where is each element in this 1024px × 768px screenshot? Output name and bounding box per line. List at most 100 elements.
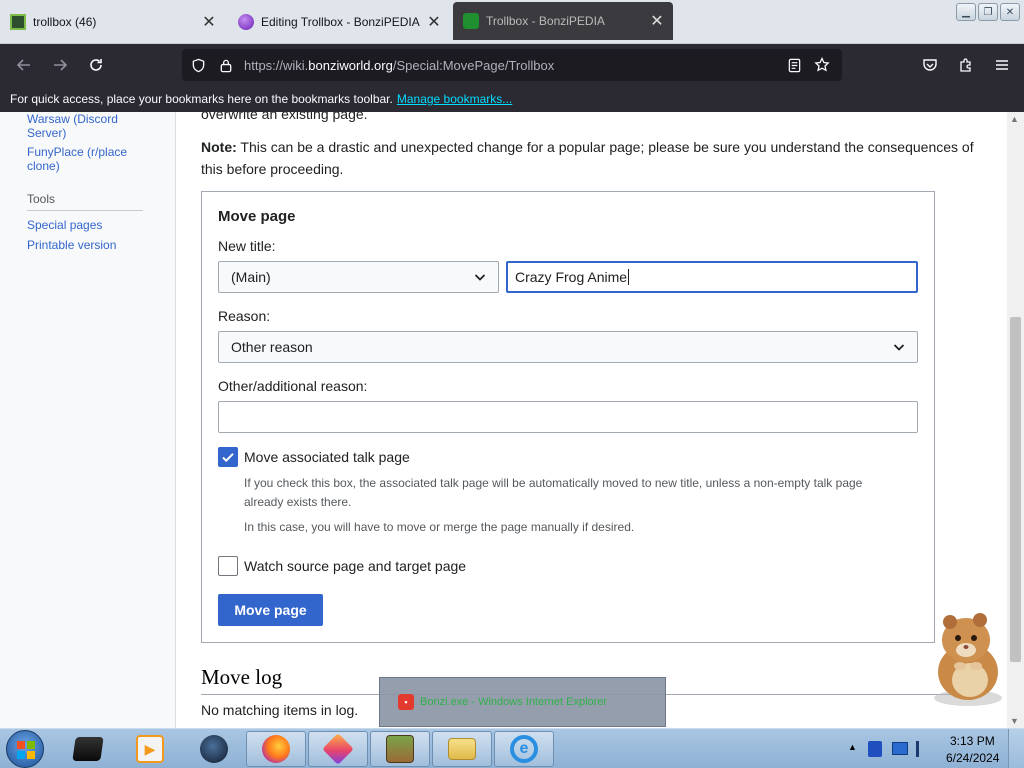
taskbar-globe[interactable] <box>184 731 244 767</box>
chevron-down-icon <box>893 344 905 351</box>
namespace-value: (Main) <box>231 269 271 285</box>
watch-pages-checkbox[interactable] <box>218 556 238 576</box>
url-host: bonziworld.org <box>308 57 393 73</box>
terminal-icon <box>72 737 104 761</box>
purple-orb-favicon-icon <box>238 14 254 30</box>
move-talk-page-checkbox[interactable] <box>218 447 238 467</box>
sidebar-link-special-pages[interactable]: Special pages <box>27 218 157 232</box>
taskbar-internet-explorer[interactable]: e <box>494 731 554 767</box>
bonzibox-icon <box>386 735 414 763</box>
lock-icon[interactable] <box>212 51 240 79</box>
other-reason-label: Other/additional reason: <box>218 378 368 394</box>
namespace-dropdown[interactable]: (Main) <box>218 261 499 293</box>
taskbar-terminal[interactable] <box>58 731 118 767</box>
menu-button[interactable] <box>986 49 1018 81</box>
move-page-button[interactable]: Move page <box>218 594 323 626</box>
trollbox-favicon-icon <box>10 14 26 30</box>
sidebar-link-warsaw[interactable]: Warsaw (Discord Server) <box>27 112 157 140</box>
restore-button[interactable]: ❐ <box>978 3 998 21</box>
start-button[interactable] <box>6 730 44 768</box>
minimize-button[interactable]: ▁ <box>956 3 976 21</box>
move-page-form: Move page New title: (Main) Crazy Frog A… <box>201 191 935 643</box>
intro-text-tail: overwrite an existing page. <box>201 112 368 122</box>
sidebar-link-funyplace[interactable]: FunyPlace (r/place clone) <box>27 145 157 173</box>
close-window-button[interactable]: ✕ <box>1000 3 1020 21</box>
network-monitor-icon[interactable] <box>892 742 908 755</box>
window-controls: ▁ ❐ ✕ <box>956 3 1020 21</box>
bonzi-favicon-icon <box>463 13 479 29</box>
shield-icon[interactable] <box>184 51 212 79</box>
wiki-sidebar: Warsaw (Discord Server) FunyPlace (r/pla… <box>0 112 176 728</box>
tab-editing-trollbox[interactable]: Editing Trollbox - BonziPEDIA ✕ <box>228 4 450 40</box>
url-path: /Special:MovePage/Trollbox <box>392 57 555 73</box>
taskbar-file-explorer[interactable] <box>432 731 492 767</box>
watch-pages-label[interactable]: Watch source page and target page <box>244 558 466 574</box>
forward-button[interactable] <box>44 49 76 81</box>
close-icon[interactable]: ✕ <box>647 11 667 31</box>
clock-time[interactable]: 3:13 PM <box>950 734 995 748</box>
show-desktop-button[interactable] <box>1008 729 1024 768</box>
hamburger-menu-icon <box>996 60 1008 70</box>
taskbar-bonzibox[interactable] <box>370 731 430 767</box>
reason-value: Other reason <box>231 339 313 355</box>
reload-icon <box>90 59 102 71</box>
tab-bar: trollbox (46) ✕ Editing Trollbox - Bonzi… <box>0 0 1024 44</box>
new-title-label: New title: <box>218 238 276 254</box>
scroll-thumb[interactable] <box>1010 317 1021 662</box>
navigation-bar: https://wiki.bonziworld.org/Special:Move… <box>0 44 1024 86</box>
windows-logo-icon <box>17 741 35 759</box>
bookmarks-toolbar: For quick access, place your bookmarks h… <box>0 86 1024 112</box>
tab-trollbox[interactable]: trollbox (46) ✕ <box>0 4 225 40</box>
scroll-down-icon[interactable]: ▼ <box>1010 716 1019 726</box>
scroll-up-icon[interactable]: ▲ <box>1010 114 1019 124</box>
tab-title: trollbox (46) <box>33 15 97 29</box>
tab-trollbox-bonzipedia[interactable]: Trollbox - BonziPEDIA ✕ <box>453 2 673 40</box>
move-talk-page-label[interactable]: Move associated talk page <box>244 449 410 465</box>
move-log-text: No matching items in log. <box>201 702 359 718</box>
new-title-input[interactable]: Crazy Frog Anime <box>506 261 918 293</box>
volume-speaker-icon[interactable] <box>916 741 930 757</box>
url-bar[interactable]: https://wiki.bonziworld.org/Special:Move… <box>182 49 842 81</box>
sidebar-link-printable-version[interactable]: Printable version <box>27 238 157 252</box>
manage-bookmarks-link[interactable]: Manage bookmarks... <box>397 92 512 106</box>
file-explorer-icon <box>448 738 476 760</box>
taskbar-media-player[interactable]: ▶ <box>120 731 180 767</box>
windows-taskbar: ▶ e ▲ 3:13 PM 6/24/2024 <box>0 728 1024 768</box>
pocket-button[interactable] <box>914 49 946 81</box>
taskbar-firefox[interactable] <box>246 731 306 767</box>
security-shield-icon[interactable] <box>868 741 882 757</box>
checkmark-icon <box>222 453 234 463</box>
firefox-icon <box>262 735 290 763</box>
main-content: overwrite an existing page. Note: This c… <box>201 112 991 728</box>
reader-view-icon[interactable] <box>780 51 808 79</box>
talk-page-help-note: In this case, you will have to move or m… <box>244 520 635 534</box>
reason-label: Reason: <box>218 308 271 324</box>
back-button[interactable] <box>8 49 40 81</box>
globe-icon <box>200 735 228 763</box>
other-reason-input[interactable] <box>218 401 918 433</box>
text-caret <box>628 269 630 285</box>
url-text[interactable]: https://wiki.bonziworld.org/Special:Move… <box>244 58 554 73</box>
url-prefix: https://wiki. <box>244 57 309 73</box>
close-icon[interactable]: ✕ <box>424 12 444 32</box>
form-legend: Move page <box>218 208 296 225</box>
extensions-button[interactable] <box>950 49 982 81</box>
reason-dropdown[interactable]: Other reason <box>218 331 918 363</box>
tab-title: Trollbox - BonziPEDIA <box>486 14 605 28</box>
clock-date[interactable]: 6/24/2024 <box>946 751 999 765</box>
reload-button[interactable] <box>80 49 112 81</box>
taskbar-preview-popup[interactable]: ▪ Bonzi.exe - Windows Internet Explorer <box>379 677 666 727</box>
internet-explorer-icon: e <box>510 735 538 763</box>
show-hidden-icons-icon[interactable]: ▲ <box>848 742 857 752</box>
arrow-right-icon <box>54 59 68 71</box>
bookmark-star-icon[interactable] <box>808 51 836 79</box>
tab-title: Editing Trollbox - BonziPEDIA <box>261 15 420 29</box>
note-label: Note: <box>201 139 237 155</box>
pocket-icon <box>923 59 937 71</box>
new-title-value: Crazy Frog Anime <box>515 269 628 285</box>
page-viewport: Warsaw (Discord Server) FunyPlace (r/pla… <box>0 112 1024 728</box>
bookmarks-message: For quick access, place your bookmarks h… <box>10 92 393 106</box>
close-icon[interactable]: ✕ <box>199 12 219 32</box>
taskbar-crystal-app[interactable] <box>308 731 368 767</box>
hamster-mascot-icon[interactable] <box>920 606 1010 710</box>
